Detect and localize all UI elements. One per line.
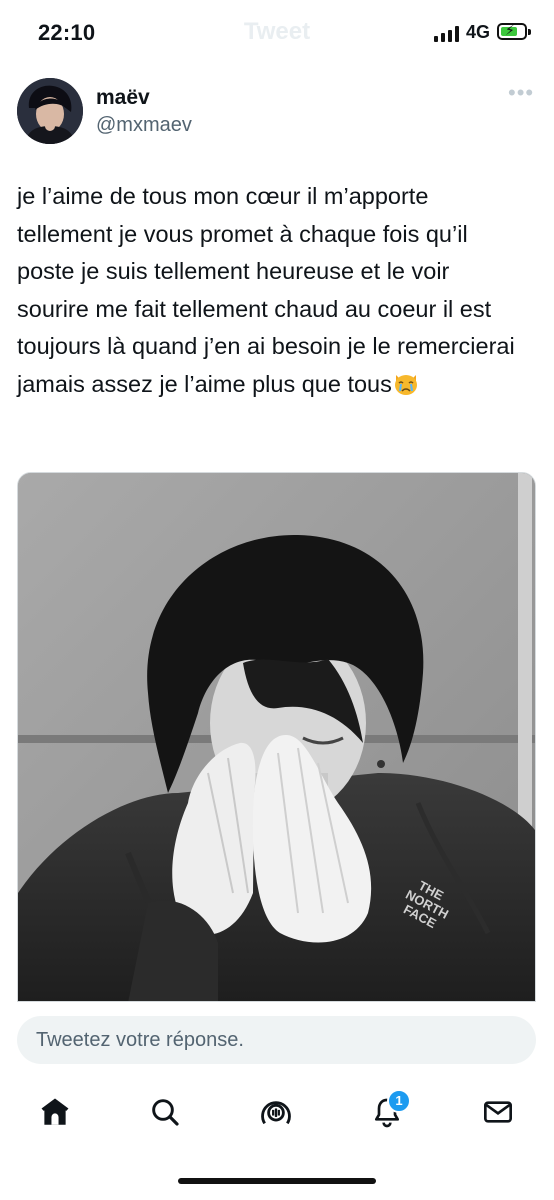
tweet-text: je l’aime de tous mon cœur il m’apporte … bbox=[17, 178, 527, 403]
more-options-icon[interactable]: ••• bbox=[508, 82, 538, 106]
author-handle[interactable]: @mxmaev bbox=[96, 114, 192, 137]
tab-notifications[interactable]: 1 bbox=[365, 1089, 411, 1136]
tab-messages[interactable] bbox=[476, 1092, 520, 1136]
tweet-photo[interactable]: THENORTHFACE bbox=[17, 472, 536, 1002]
crying-cat-emoji bbox=[392, 369, 420, 397]
tab-spaces[interactable] bbox=[254, 1092, 298, 1136]
signal-icon bbox=[434, 26, 460, 42]
battery-icon: ⚡ bbox=[497, 22, 531, 40]
tab-home[interactable] bbox=[33, 1092, 77, 1136]
messages-icon bbox=[482, 1096, 514, 1133]
avatar[interactable] bbox=[17, 78, 83, 144]
notifications-badge: 1 bbox=[387, 1089, 411, 1113]
author-name[interactable]: maëv bbox=[96, 86, 150, 110]
home-icon bbox=[38, 1095, 72, 1134]
spaces-icon bbox=[259, 1095, 293, 1134]
tweet-text-content: je l’aime de tous mon cœur il m’apporte … bbox=[17, 183, 515, 397]
search-icon bbox=[149, 1096, 181, 1133]
status-bar: 22:10 Tweet 4G ⚡ bbox=[0, 0, 554, 66]
tab-bar: 1 bbox=[0, 1082, 554, 1152]
reply-input[interactable] bbox=[17, 1016, 536, 1064]
tab-search[interactable] bbox=[143, 1092, 187, 1136]
home-indicator bbox=[178, 1178, 376, 1184]
reply-box[interactable] bbox=[17, 1016, 536, 1064]
network-type: 4G bbox=[466, 22, 491, 42]
